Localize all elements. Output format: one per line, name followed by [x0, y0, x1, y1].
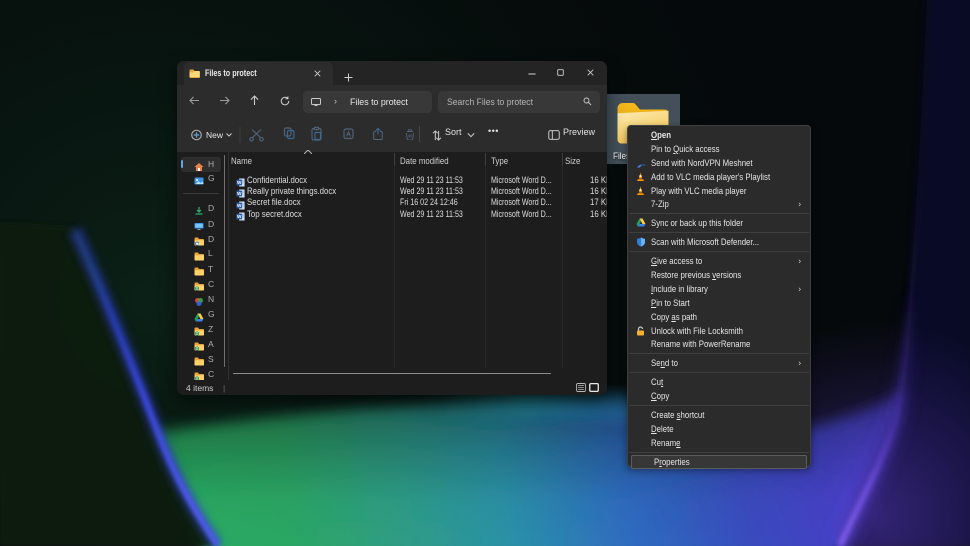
svg-text:W: W: [237, 214, 242, 220]
svg-text:New: New: [206, 130, 224, 140]
